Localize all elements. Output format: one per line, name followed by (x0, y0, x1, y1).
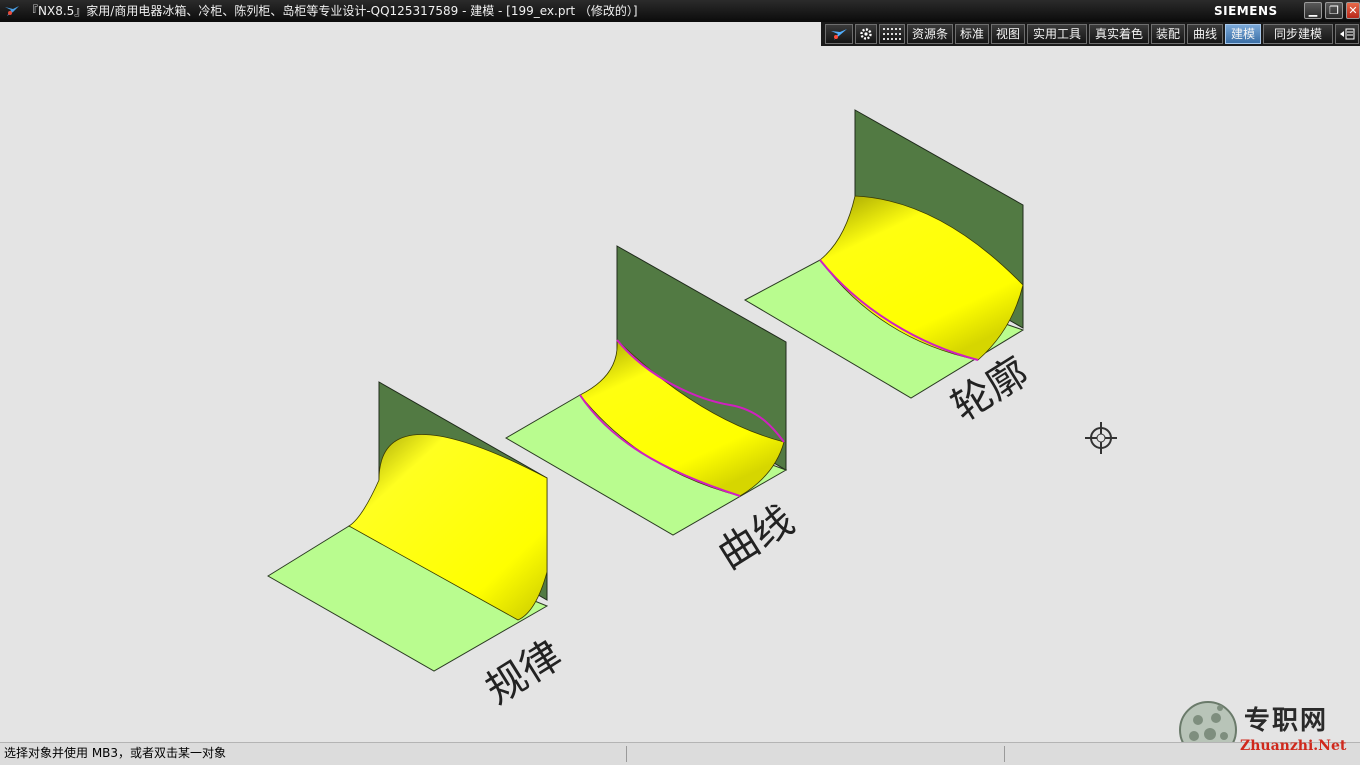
tab-view[interactable]: 视图 (991, 24, 1025, 44)
toolbar-options-button[interactable] (1335, 24, 1359, 44)
tab-true-shading[interactable]: 真实着色 (1089, 24, 1149, 44)
tab-assembly[interactable]: 装配 (1151, 24, 1185, 44)
tab-resource-bar[interactable]: 资源条 (907, 24, 953, 44)
curve-fillet-part[interactable] (505, 245, 788, 536)
status-message: 选择对象并使用 MB3，或者双击某一对象 (4, 746, 227, 760)
title-bar: 『NX8.5』家用/商用电器冰箱、冷柜、陈列柜、岛柜等专业设计-QQ125317… (0, 0, 1360, 22)
nx-app-icon[interactable] (4, 3, 20, 19)
settings-button[interactable] (855, 24, 877, 44)
grid-icon (883, 28, 901, 40)
nx-logo-icon (831, 29, 847, 40)
close-button[interactable]: ✕ (1346, 2, 1360, 19)
status-divider (1004, 746, 1005, 762)
minimize-button[interactable]: ▁ (1304, 2, 1322, 19)
watermark-cn-text: 专职网 (1244, 706, 1329, 736)
graphics-viewport[interactable]: 规律 曲线 轮廓 (0, 46, 1360, 742)
window-title: 『NX8.5』家用/商用电器冰箱、冷柜、陈列柜、岛柜等专业设计-QQ125317… (26, 4, 638, 18)
gear-icon (860, 28, 872, 40)
tab-synchronous-modeling[interactable]: 同步建模 (1263, 24, 1333, 44)
crosshair-cursor-icon (1085, 422, 1117, 454)
status-divider (626, 746, 627, 762)
tab-curve[interactable]: 曲线 (1187, 24, 1223, 44)
label-law: 规律 (478, 632, 570, 713)
toolbar-strip: 资源条 标准 视图 实用工具 真实着色 装配 曲线 建模 同步建模 (821, 22, 1360, 46)
contour-fillet-part[interactable] (743, 109, 1025, 399)
status-bar: 选择对象并使用 MB3，或者双击某一对象 (0, 742, 1360, 765)
tab-standard[interactable]: 标准 (955, 24, 989, 44)
watermark-en-text: Zhuanzhi.Net (1240, 738, 1347, 754)
nx-logo-button[interactable] (825, 24, 853, 44)
tab-modeling[interactable]: 建模 (1225, 24, 1261, 44)
dropdown-menu-icon (1340, 28, 1355, 40)
restore-button[interactable]: ❐ (1325, 2, 1343, 19)
siemens-logo: SIEMENS (1214, 4, 1278, 18)
grid-button[interactable] (879, 24, 905, 44)
label-curve: 曲线 (710, 497, 802, 578)
tab-utilities[interactable]: 实用工具 (1027, 24, 1087, 44)
law-fillet-part[interactable] (267, 381, 549, 672)
watermark-globe-icon (1179, 701, 1237, 742)
